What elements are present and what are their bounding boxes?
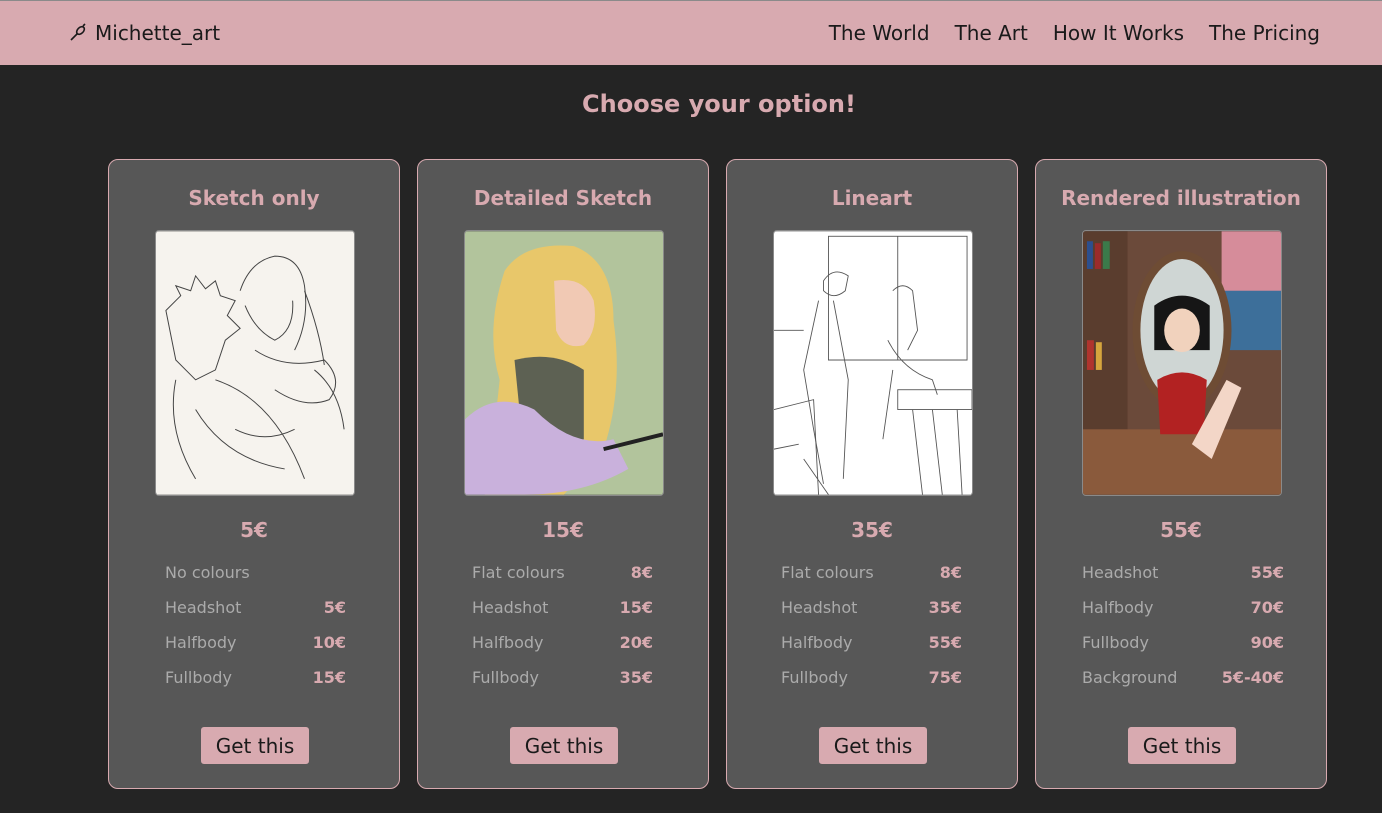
option-price: 90€ — [1250, 633, 1284, 652]
option-label: Fullbody — [165, 668, 232, 687]
option-price: 70€ — [1250, 598, 1284, 617]
card-title: Rendered illustration — [1061, 186, 1301, 210]
card-title: Sketch only — [188, 186, 320, 210]
option-label: Fullbody — [472, 668, 539, 687]
get-this-button[interactable]: Get this — [1128, 727, 1236, 764]
option-label: Headshot — [781, 598, 858, 617]
pricing-card-rendered-illustration: Rendered illustration 55€ Headshot 55€ Ha… — [1035, 159, 1327, 789]
nav-link-the-art[interactable]: The Art — [955, 21, 1028, 45]
option-label: Headshot — [165, 598, 242, 617]
card-price: 55€ — [1160, 518, 1202, 542]
option-label: Halfbody — [1082, 598, 1154, 617]
option-price: 10€ — [312, 633, 346, 652]
option-row: Halfbody 10€ — [165, 633, 346, 655]
option-price: 15€ — [312, 668, 346, 687]
option-row: Headshot 5€ — [165, 598, 346, 620]
option-price: 35€ — [619, 668, 653, 687]
detailed-sketch-sample-image — [464, 230, 664, 496]
option-price: 35€ — [928, 598, 962, 617]
get-this-button[interactable]: Get this — [819, 727, 927, 764]
option-label: Fullbody — [1082, 633, 1149, 652]
option-label: Halfbody — [165, 633, 237, 652]
card-price: 5€ — [240, 518, 268, 542]
sketch-sample-image — [155, 230, 355, 496]
option-row: Halfbody 20€ — [472, 633, 653, 655]
option-label: Flat colours — [781, 563, 874, 582]
nav-link-the-pricing[interactable]: The Pricing — [1209, 21, 1320, 45]
option-label: Flat colours — [472, 563, 565, 582]
option-price: 8€ — [939, 563, 962, 582]
option-row: Fullbody 35€ — [472, 668, 653, 690]
option-row: No colours — [165, 563, 346, 585]
option-price: 55€ — [1250, 563, 1284, 582]
option-price: 5€ — [323, 598, 346, 617]
option-label: Fullbody — [781, 668, 848, 687]
option-price: 75€ — [928, 668, 962, 687]
option-label: Headshot — [1082, 563, 1159, 582]
option-label: Halfbody — [781, 633, 853, 652]
option-label: Halfbody — [472, 633, 544, 652]
main-nav: The World The Art How It Works The Prici… — [829, 21, 1320, 45]
option-row: Halfbody 55€ — [781, 633, 962, 655]
option-price: 15€ — [619, 598, 653, 617]
card-price: 35€ — [851, 518, 893, 542]
get-this-button[interactable]: Get this — [510, 727, 618, 764]
option-price: 20€ — [619, 633, 653, 652]
pricing-card-detailed-sketch: Detailed Sketch 15€ Flat colours 8€ Heads… — [417, 159, 709, 789]
option-row: Flat colours 8€ — [781, 563, 962, 585]
option-price: 5€-40€ — [1221, 668, 1284, 687]
brand[interactable]: Michette_art — [68, 21, 220, 45]
pricing-card-lineart: Lineart 35€ Flat colours 8€ Headshot 35€ H… — [726, 159, 1018, 789]
option-row: Fullbody 75€ — [781, 668, 962, 690]
card-title: Lineart — [831, 186, 913, 210]
option-label: Background — [1082, 668, 1178, 687]
option-row: Headshot 15€ — [472, 598, 653, 620]
pricing-card-sketch-only: Sketch only 5€ No colours Headshot 5€ Hal… — [108, 159, 400, 789]
option-row: Halfbody 70€ — [1082, 598, 1284, 620]
page-title: Choose your option! — [582, 90, 856, 118]
rendered-illustration-sample-image — [1082, 230, 1282, 496]
option-row: Headshot 35€ — [781, 598, 962, 620]
option-label: No colours — [165, 563, 250, 582]
option-row: Fullbody 90€ — [1082, 633, 1284, 655]
card-title: Detailed Sketch — [473, 186, 653, 210]
option-row: Fullbody 15€ — [165, 668, 346, 690]
option-price: 55€ — [928, 633, 962, 652]
brush-icon — [70, 23, 86, 41]
option-row: Flat colours 8€ — [472, 563, 653, 585]
top-navbar: Michette_art The World The Art How It Wo… — [0, 0, 1382, 65]
option-row: Headshot 55€ — [1082, 563, 1284, 585]
nav-link-the-world[interactable]: The World — [829, 21, 930, 45]
option-label: Headshot — [472, 598, 549, 617]
option-price: 8€ — [630, 563, 653, 582]
nav-link-how-it-works[interactable]: How It Works — [1053, 21, 1184, 45]
lineart-sample-image — [773, 230, 973, 496]
get-this-button[interactable]: Get this — [201, 727, 309, 764]
card-price: 15€ — [542, 518, 584, 542]
option-row: Background 5€-40€ — [1082, 668, 1284, 690]
brand-name: Michette_art — [95, 21, 221, 45]
